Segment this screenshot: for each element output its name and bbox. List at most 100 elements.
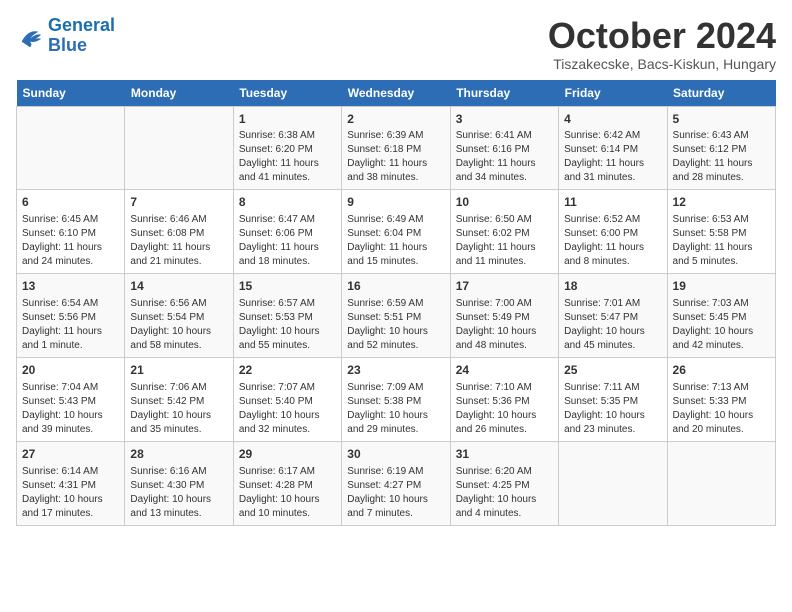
day-number: 18 — [564, 278, 661, 295]
logo-text: General Blue — [48, 16, 115, 56]
location-subtitle: Tiszakecske, Bacs-Kiskun, Hungary — [548, 56, 776, 72]
day-number: 28 — [130, 446, 227, 463]
day-number: 24 — [456, 362, 553, 379]
calendar-cell: 12Sunrise: 6:53 AM Sunset: 5:58 PM Dayli… — [667, 190, 775, 274]
logo: General Blue — [16, 16, 115, 56]
weekday-header: Monday — [125, 80, 233, 107]
day-detail: Sunrise: 7:04 AM Sunset: 5:43 PM Dayligh… — [22, 381, 119, 437]
day-number: 3 — [456, 111, 553, 128]
day-detail: Sunrise: 6:43 AM Sunset: 6:12 PM Dayligh… — [673, 129, 770, 185]
day-detail: Sunrise: 6:17 AM Sunset: 4:28 PM Dayligh… — [239, 465, 336, 521]
day-number: 26 — [673, 362, 770, 379]
day-number: 9 — [347, 194, 444, 211]
calendar-cell: 2Sunrise: 6:39 AM Sunset: 6:18 PM Daylig… — [342, 106, 450, 190]
calendar-cell: 21 Sunrise: 7:06 AM Sunset: 5:42 PM Dayli… — [125, 357, 233, 441]
day-detail: Sunrise: 7:00 AM Sunset: 5:49 PM Dayligh… — [456, 297, 553, 353]
calendar-cell: 4Sunrise: 6:42 AM Sunset: 6:14 PM Daylig… — [559, 106, 667, 190]
day-number: 31 — [456, 446, 553, 463]
calendar-cell — [559, 441, 667, 525]
month-title: October 2024 — [548, 16, 776, 56]
calendar-cell: 29 Sunrise: 6:17 AM Sunset: 4:28 PM Dayli… — [233, 441, 341, 525]
calendar-week-row: 13 Sunrise: 6:54 AM Sunset: 5:56 PM Dayli… — [17, 274, 776, 358]
calendar-cell: 26 Sunrise: 7:13 AM Sunset: 5:33 PM Dayli… — [667, 357, 775, 441]
day-detail: Sunrise: 6:50 AM Sunset: 6:02 PM Dayligh… — [456, 213, 553, 269]
calendar-cell: 22 Sunrise: 7:07 AM Sunset: 5:40 PM Dayli… — [233, 357, 341, 441]
day-detail: Sunrise: 6:46 AM Sunset: 6:08 PM Dayligh… — [130, 213, 227, 269]
day-number: 14 — [130, 278, 227, 295]
day-number: 17 — [456, 278, 553, 295]
calendar-cell: 18Sunrise: 7:01 AM Sunset: 5:47 PM Dayli… — [559, 274, 667, 358]
day-detail: Sunrise: 6:20 AM Sunset: 4:25 PM Dayligh… — [456, 465, 553, 521]
calendar-cell: 7 Sunrise: 6:46 AM Sunset: 6:08 PM Daylig… — [125, 190, 233, 274]
day-detail: Sunrise: 6:57 AM Sunset: 5:53 PM Dayligh… — [239, 297, 336, 353]
weekday-header: Saturday — [667, 80, 775, 107]
calendar-cell: 1Sunrise: 6:38 AM Sunset: 6:20 PM Daylig… — [233, 106, 341, 190]
day-number: 20 — [22, 362, 119, 379]
day-detail: Sunrise: 6:56 AM Sunset: 5:54 PM Dayligh… — [130, 297, 227, 353]
calendar-cell: 14 Sunrise: 6:56 AM Sunset: 5:54 PM Dayli… — [125, 274, 233, 358]
calendar-cell: 16 Sunrise: 6:59 AM Sunset: 5:51 PM Dayli… — [342, 274, 450, 358]
day-detail: Sunrise: 7:11 AM Sunset: 5:35 PM Dayligh… — [564, 381, 661, 437]
day-number: 23 — [347, 362, 444, 379]
day-detail: Sunrise: 6:52 AM Sunset: 6:00 PM Dayligh… — [564, 213, 661, 269]
day-number: 29 — [239, 446, 336, 463]
calendar-table: SundayMondayTuesdayWednesdayThursdayFrid… — [16, 80, 776, 526]
calendar-cell — [667, 441, 775, 525]
title-block: October 2024 Tiszakecske, Bacs-Kiskun, H… — [548, 16, 776, 72]
day-number: 13 — [22, 278, 119, 295]
day-number: 22 — [239, 362, 336, 379]
day-detail: Sunrise: 7:09 AM Sunset: 5:38 PM Dayligh… — [347, 381, 444, 437]
day-detail: Sunrise: 6:41 AM Sunset: 6:16 PM Dayligh… — [456, 129, 553, 185]
day-detail: Sunrise: 6:59 AM Sunset: 5:51 PM Dayligh… — [347, 297, 444, 353]
day-number: 12 — [673, 194, 770, 211]
weekday-header: Sunday — [17, 80, 125, 107]
logo-icon — [16, 22, 44, 50]
calendar-cell: 10Sunrise: 6:50 AM Sunset: 6:02 PM Dayli… — [450, 190, 558, 274]
day-number: 25 — [564, 362, 661, 379]
calendar-week-row: 27Sunrise: 6:14 AM Sunset: 4:31 PM Dayli… — [17, 441, 776, 525]
calendar-cell: 15 Sunrise: 6:57 AM Sunset: 5:53 PM Dayli… — [233, 274, 341, 358]
day-number: 30 — [347, 446, 444, 463]
calendar-cell — [17, 106, 125, 190]
calendar-cell: 25 Sunrise: 7:11 AM Sunset: 5:35 PM Dayli… — [559, 357, 667, 441]
calendar-cell: 11Sunrise: 6:52 AM Sunset: 6:00 PM Dayli… — [559, 190, 667, 274]
day-number: 2 — [347, 111, 444, 128]
day-number: 15 — [239, 278, 336, 295]
day-number: 27 — [22, 446, 119, 463]
day-number: 1 — [239, 111, 336, 128]
day-number: 7 — [130, 194, 227, 211]
day-number: 6 — [22, 194, 119, 211]
day-detail: Sunrise: 7:03 AM Sunset: 5:45 PM Dayligh… — [673, 297, 770, 353]
weekday-header: Thursday — [450, 80, 558, 107]
weekday-header: Friday — [559, 80, 667, 107]
calendar-week-row: 6Sunrise: 6:45 AM Sunset: 6:10 PM Daylig… — [17, 190, 776, 274]
day-detail: Sunrise: 6:16 AM Sunset: 4:30 PM Dayligh… — [130, 465, 227, 521]
calendar-cell: 30 Sunrise: 6:19 AM Sunset: 4:27 PM Dayli… — [342, 441, 450, 525]
calendar-cell: 17 Sunrise: 7:00 AM Sunset: 5:49 PM Dayli… — [450, 274, 558, 358]
day-number: 19 — [673, 278, 770, 295]
weekday-header-row: SundayMondayTuesdayWednesdayThursdayFrid… — [17, 80, 776, 107]
day-detail: Sunrise: 6:39 AM Sunset: 6:18 PM Dayligh… — [347, 129, 444, 185]
calendar-cell: 8Sunrise: 6:47 AM Sunset: 6:06 PM Daylig… — [233, 190, 341, 274]
page-header: General Blue October 2024 Tiszakecske, B… — [16, 16, 776, 72]
weekday-header: Wednesday — [342, 80, 450, 107]
day-detail: Sunrise: 7:13 AM Sunset: 5:33 PM Dayligh… — [673, 381, 770, 437]
day-detail: Sunrise: 6:19 AM Sunset: 4:27 PM Dayligh… — [347, 465, 444, 521]
day-number: 21 — [130, 362, 227, 379]
day-detail: Sunrise: 6:54 AM Sunset: 5:56 PM Dayligh… — [22, 297, 119, 353]
day-detail: Sunrise: 7:07 AM Sunset: 5:40 PM Dayligh… — [239, 381, 336, 437]
weekday-header: Tuesday — [233, 80, 341, 107]
day-number: 4 — [564, 111, 661, 128]
calendar-cell: 28 Sunrise: 6:16 AM Sunset: 4:30 PM Dayli… — [125, 441, 233, 525]
day-number: 5 — [673, 111, 770, 128]
calendar-cell: 20 Sunrise: 7:04 AM Sunset: 5:43 PM Dayli… — [17, 357, 125, 441]
day-number: 16 — [347, 278, 444, 295]
calendar-cell: 13 Sunrise: 6:54 AM Sunset: 5:56 PM Dayli… — [17, 274, 125, 358]
day-detail: Sunrise: 6:47 AM Sunset: 6:06 PM Dayligh… — [239, 213, 336, 269]
calendar-week-row: 1Sunrise: 6:38 AM Sunset: 6:20 PM Daylig… — [17, 106, 776, 190]
calendar-cell: 3Sunrise: 6:41 AM Sunset: 6:16 PM Daylig… — [450, 106, 558, 190]
day-detail: Sunrise: 7:06 AM Sunset: 5:42 PM Dayligh… — [130, 381, 227, 437]
day-detail: Sunrise: 6:38 AM Sunset: 6:20 PM Dayligh… — [239, 129, 336, 185]
calendar-cell: 5Sunrise: 6:43 AM Sunset: 6:12 PM Daylig… — [667, 106, 775, 190]
calendar-cell: 6Sunrise: 6:45 AM Sunset: 6:10 PM Daylig… — [17, 190, 125, 274]
